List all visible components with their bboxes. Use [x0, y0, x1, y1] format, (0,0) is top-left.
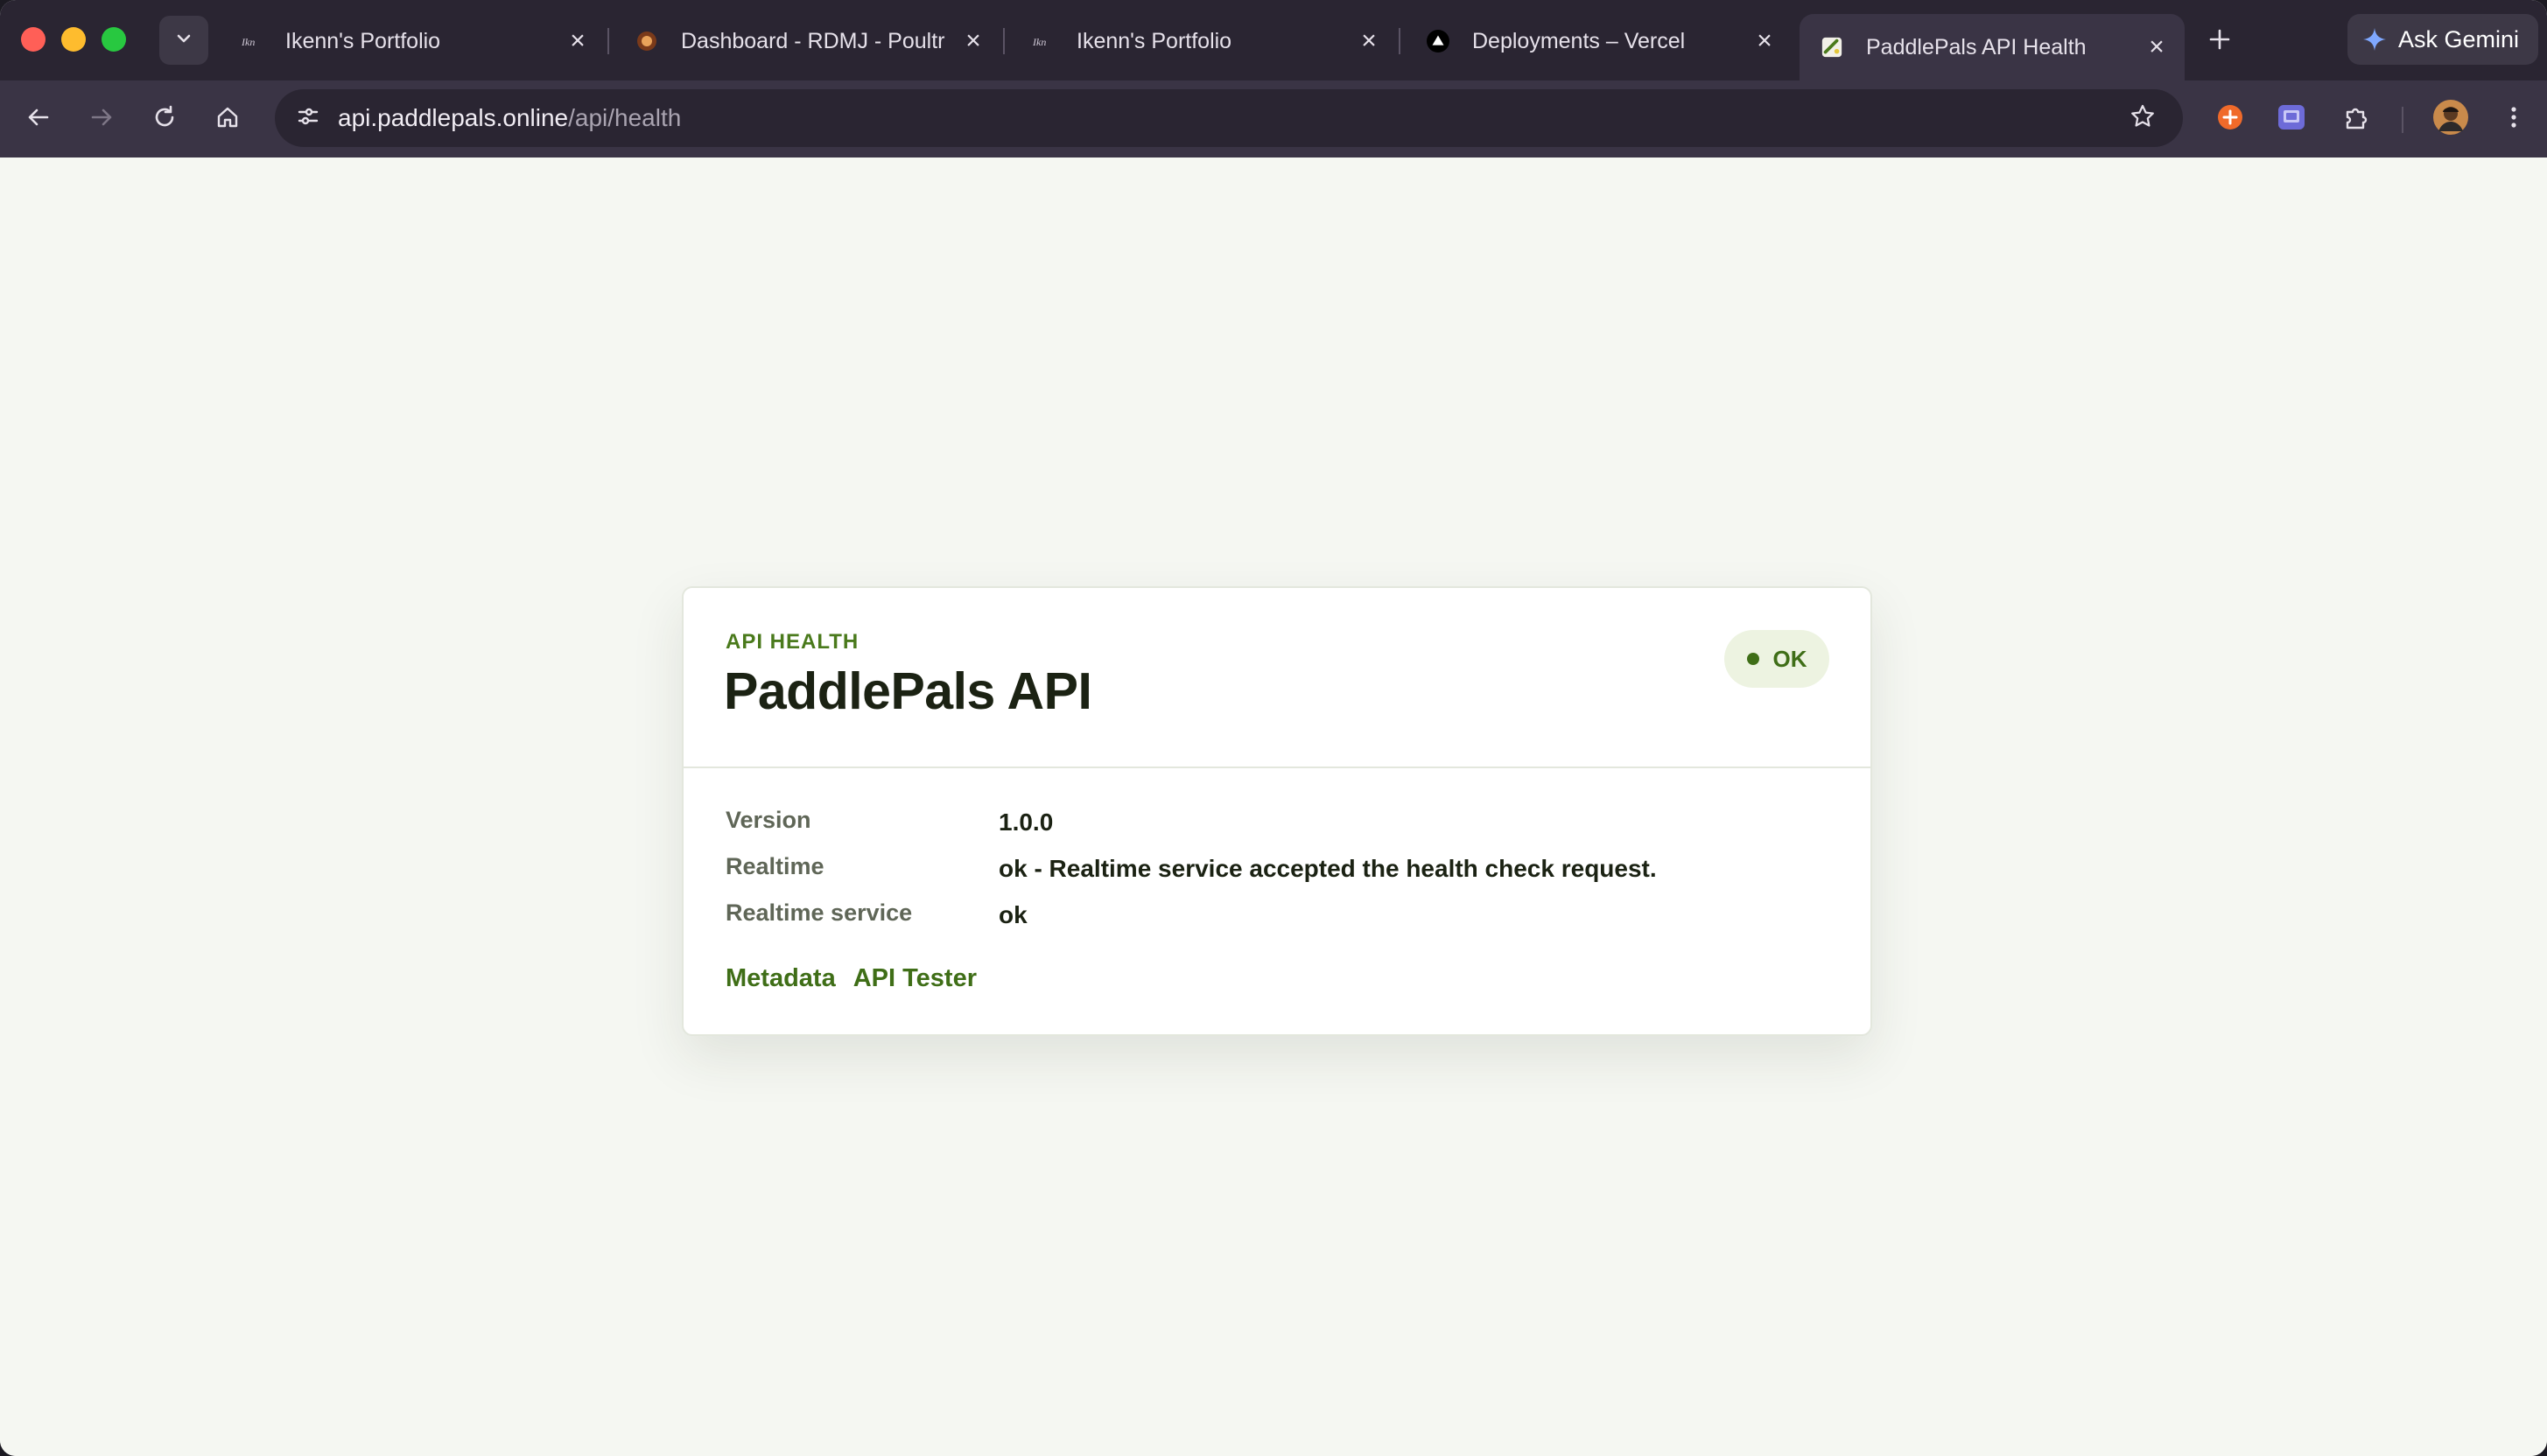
tab-separator: [607, 28, 609, 54]
gemini-sparkle-icon: [2361, 26, 2388, 52]
arrow-left-icon: [25, 104, 52, 135]
tab-paddlepals-api-health[interactable]: PaddlePals API Health ×: [1800, 14, 2185, 80]
api-tester-link[interactable]: API Tester: [853, 964, 977, 993]
detail-key: Version: [726, 807, 811, 833]
close-icon[interactable]: ×: [1353, 25, 1385, 57]
detail-value: ok - Realtime service accepted the healt…: [999, 855, 1657, 882]
avatar: [2433, 99, 2468, 139]
close-icon[interactable]: ×: [1749, 25, 1780, 57]
health-card-header: API HEALTH PaddlePals API OK: [684, 588, 1870, 768]
card-links: Metadata API Tester: [726, 964, 994, 993]
tab-separator: [1003, 28, 1005, 54]
plus-icon: [2207, 21, 2232, 60]
page-title: PaddlePals API: [724, 662, 1092, 720]
extension-purple-button[interactable]: [2270, 98, 2312, 140]
status-badge: OK: [1724, 630, 1829, 688]
detail-key: Realtime: [726, 853, 824, 879]
rdmj-favicon-icon: [635, 30, 658, 52]
detail-value: ok: [999, 901, 1028, 928]
chevron-down-icon: [173, 28, 194, 53]
address-bar[interactable]: api.paddlepals.online/api/health: [275, 89, 2183, 147]
site-settings-button[interactable]: [287, 97, 329, 139]
card-eyebrow: API HEALTH: [726, 630, 860, 654]
ask-gemini-button[interactable]: Ask Gemini: [2347, 14, 2538, 65]
health-card: API HEALTH PaddlePals API OK Version 1.0…: [682, 586, 1872, 1036]
extension-orange-button[interactable]: [2209, 98, 2251, 140]
tab-separator: [1399, 28, 1400, 54]
browser-window: Ikn Ikenn's Portfolio × Dashboard - RDMJ…: [0, 0, 2547, 1456]
portfolio-favicon-icon: Ikn: [1031, 30, 1054, 52]
browser-toolbar: api.paddlepals.online/api/health: [0, 80, 2547, 158]
portfolio-favicon-icon: Ikn: [240, 30, 263, 52]
detail-value: 1.0.0: [999, 808, 1054, 836]
ask-gemini-label: Ask Gemini: [2398, 25, 2520, 52]
reload-button[interactable]: [142, 96, 187, 142]
home-icon: [214, 104, 241, 135]
more-vert-icon: [2501, 104, 2527, 135]
page-viewport: API HEALTH PaddlePals API OK Version 1.0…: [0, 158, 2547, 1456]
tab-title: PaddlePals API Health: [1866, 34, 2087, 60]
url-host: api.paddlepals.online: [338, 104, 569, 131]
tab-title: Deployments – Vercel: [1472, 28, 1686, 53]
close-window-button[interactable]: [21, 27, 46, 52]
toolbar-separator: [2402, 107, 2403, 133]
paddlepals-favicon-icon: [1821, 36, 1843, 59]
tab-title: Ikenn's Portfolio: [1077, 28, 1232, 53]
reload-icon: [151, 104, 178, 135]
tab-strip: Ikn Ikenn's Portfolio × Dashboard - RDMJ…: [0, 0, 2547, 80]
home-button[interactable]: [205, 96, 250, 142]
profile-button[interactable]: [2430, 98, 2472, 140]
status-label: OK: [1772, 645, 1807, 672]
svg-text:Ikn: Ikn: [1032, 36, 1046, 48]
vercel-favicon-icon: [1427, 30, 1449, 52]
address-url[interactable]: api.paddlepals.online/api/health: [338, 89, 681, 147]
extensions-button[interactable]: [2335, 98, 2377, 140]
close-icon[interactable]: ×: [958, 25, 989, 57]
svg-text:Ikn: Ikn: [241, 36, 255, 48]
tab-title: Dashboard - RDMJ - Poultr: [681, 28, 945, 53]
minimize-window-button[interactable]: [61, 27, 86, 52]
bookmark-button[interactable]: [2123, 99, 2162, 137]
browser-menu-button[interactable]: [2493, 98, 2535, 140]
tab-title: Ikenn's Portfolio: [285, 28, 441, 53]
star-icon: [2129, 102, 2157, 135]
tab-dashboard-rdmj[interactable]: Dashboard - RDMJ - Poultr ×: [614, 14, 1001, 68]
url-path: /api/health: [568, 104, 682, 131]
tune-icon: [295, 103, 321, 134]
tab-ikenns-portfolio-1[interactable]: Ikn Ikenn's Portfolio ×: [219, 14, 606, 68]
orange-plus-extension-icon: [2216, 103, 2244, 136]
back-button[interactable]: [16, 96, 61, 142]
close-icon[interactable]: ×: [2141, 32, 2172, 63]
detail-key: Realtime service: [726, 900, 913, 926]
close-icon[interactable]: ×: [562, 25, 593, 57]
status-dot-icon: [1746, 653, 1759, 665]
tab-search-button[interactable]: [159, 16, 208, 65]
maximize-window-button[interactable]: [102, 27, 126, 52]
new-tab-button[interactable]: [2199, 19, 2241, 61]
metadata-link[interactable]: Metadata: [726, 964, 836, 993]
screen-capture-extension-icon: [2277, 102, 2306, 136]
forward-button[interactable]: [79, 96, 124, 142]
puzzle-icon: [2342, 103, 2370, 136]
arrow-right-icon: [88, 104, 115, 135]
tab-deployments-vercel[interactable]: Deployments – Vercel ×: [1406, 14, 1793, 68]
tab-ikenns-portfolio-2[interactable]: Ikn Ikenn's Portfolio ×: [1010, 14, 1397, 68]
